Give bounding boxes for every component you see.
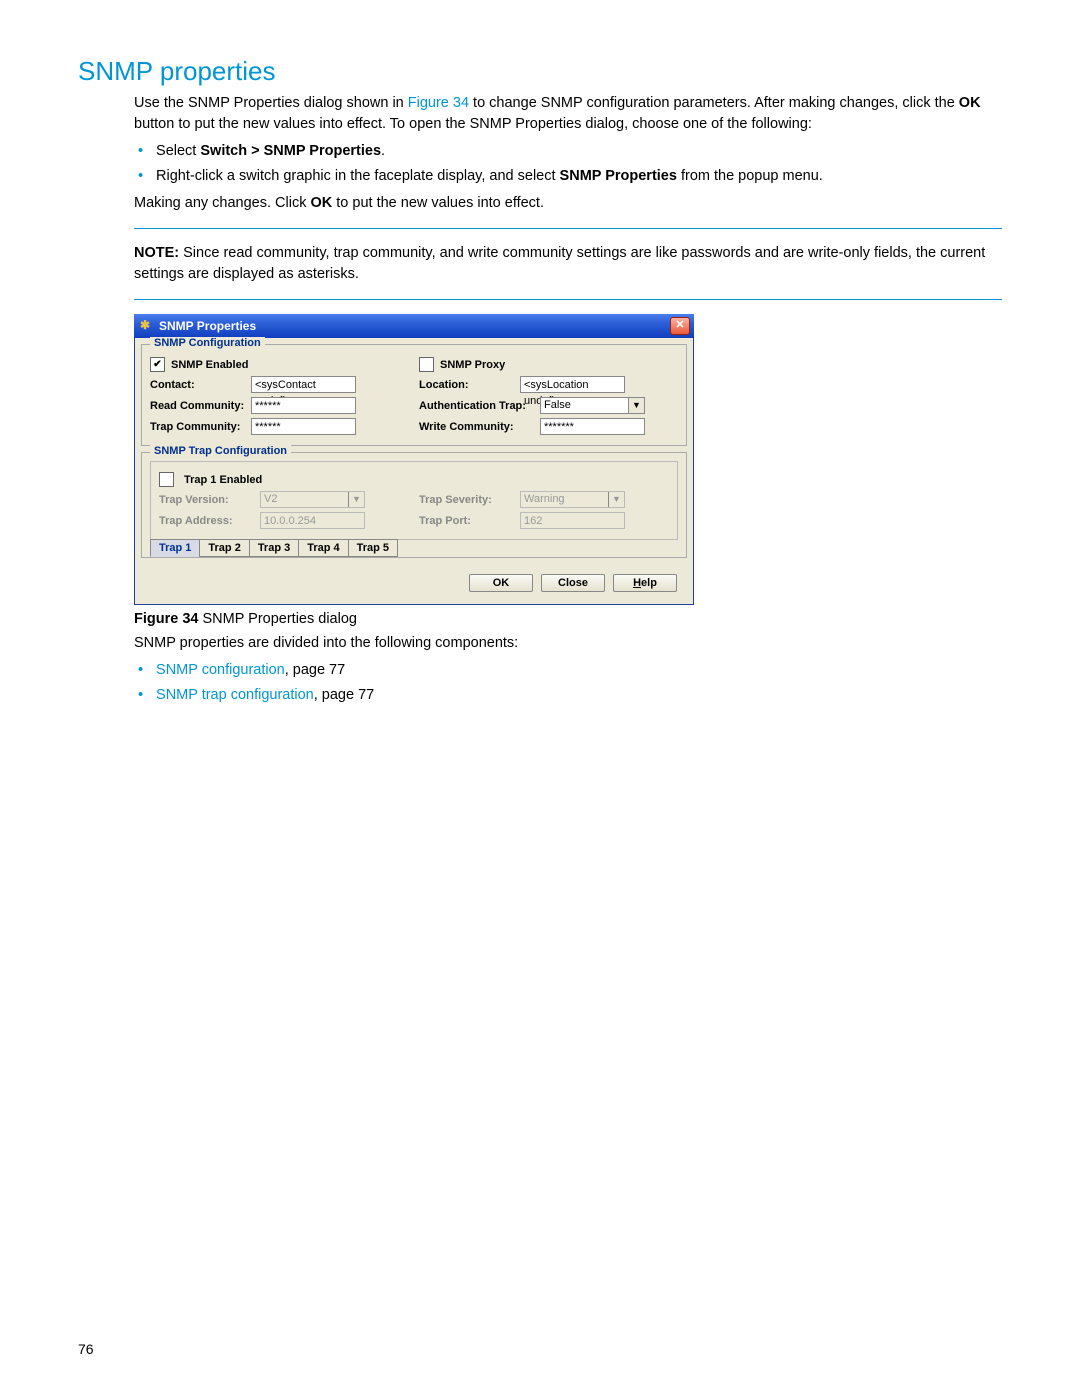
trap-port-label: Trap Port: — [419, 515, 514, 527]
write-community-input[interactable]: ******* — [540, 418, 645, 435]
tab-trap1[interactable]: Trap 1 — [150, 539, 200, 557]
dialog-title: SNMP Properties — [159, 319, 256, 333]
list-item: SNMP trap configuration, page 77 — [154, 685, 1002, 706]
note-label: NOTE: — [134, 245, 179, 261]
trap-version-label: Trap Version: — [159, 494, 254, 506]
list-item: SNMP configuration, page 77 — [154, 660, 1002, 681]
tab-trap4[interactable]: Trap 4 — [298, 539, 348, 557]
menu-path-bold: Switch > SNMP Properties — [200, 143, 381, 159]
intro-paragraph: Use the SNMP Properties dialog shown in … — [134, 93, 1002, 135]
snmp-configuration-group: SNMP Configuration ✔ SNMP Enabled SNMP P… — [141, 344, 687, 446]
text: to change SNMP configuration parameters.… — [469, 95, 959, 111]
trap-severity-value: Warning — [521, 492, 608, 507]
app-icon — [140, 319, 154, 333]
titlebar[interactable]: SNMP Properties ✕ — [134, 314, 694, 338]
snmp-proxy-checkbox[interactable] — [419, 357, 434, 372]
figure-caption: Figure 34 SNMP Properties dialog — [134, 611, 1002, 627]
ok-bold: OK — [311, 195, 333, 211]
paragraph: SNMP properties are divided into the fol… — [134, 633, 1002, 654]
note-text: Since read community, trap community, an… — [134, 245, 985, 282]
auth-trap-label: Authentication Trap: — [419, 400, 534, 412]
trap1-enabled-checkbox[interactable] — [159, 472, 174, 487]
text: Making any changes. Click — [134, 195, 311, 211]
trap-version-value: V2 — [261, 492, 348, 507]
text: Select — [156, 143, 200, 159]
trap1-enabled-label: Trap 1 Enabled — [184, 474, 262, 486]
text: , page 77 — [314, 687, 374, 703]
snmp-trap-configuration-link[interactable]: SNMP trap configuration — [156, 687, 314, 703]
trap-community-input[interactable]: ****** — [251, 418, 356, 435]
list-item: Select Switch > SNMP Properties. — [154, 141, 1002, 162]
snmp-proxy-label: SNMP Proxy — [440, 359, 505, 371]
page-number: 76 — [78, 1341, 94, 1357]
help-rest: elp — [641, 577, 657, 589]
figure-link[interactable]: Figure 34 — [408, 95, 469, 111]
trap-severity-select: Warning ▼ — [520, 491, 625, 508]
caption-text: SNMP Properties dialog — [198, 611, 357, 627]
note-paragraph: NOTE: Since read community, trap communi… — [134, 243, 1002, 285]
location-input[interactable]: <sysLocation undefi — [520, 376, 625, 393]
group-legend: SNMP Configuration — [150, 337, 265, 349]
snmp-trap-configuration-group: SNMP Trap Configuration Trap 1 Enabled T… — [141, 452, 687, 558]
contact-label: Contact: — [150, 379, 245, 391]
auth-trap-value: False — [541, 398, 628, 413]
snmp-enabled-label: SNMP Enabled — [171, 359, 248, 371]
text: , page 77 — [285, 662, 345, 678]
text: button to put the new values into effect… — [134, 116, 812, 132]
divider — [134, 228, 1002, 229]
help-button[interactable]: Help — [613, 574, 677, 592]
text: to put the new values into effect. — [332, 195, 544, 211]
tab-trap5[interactable]: Trap 5 — [348, 539, 398, 557]
dialog-body: SNMP Configuration ✔ SNMP Enabled SNMP P… — [134, 338, 694, 605]
group-legend: SNMP Trap Configuration — [150, 445, 291, 457]
page-heading: SNMP properties — [78, 56, 1002, 87]
contact-input[interactable]: <sysContact undefin — [251, 376, 356, 393]
trap-severity-label: Trap Severity: — [419, 494, 514, 506]
button-bar: OK Close Help — [141, 564, 687, 598]
trap-version-select: V2 ▼ — [260, 491, 365, 508]
snmp-enabled-checkbox[interactable]: ✔ — [150, 357, 165, 372]
trap-port-input: 162 — [520, 512, 625, 529]
help-mnemonic: H — [633, 577, 641, 589]
tab-trap2[interactable]: Trap 2 — [199, 539, 249, 557]
ok-bold: OK — [959, 95, 981, 111]
chevron-down-icon: ▼ — [608, 492, 624, 507]
divider — [134, 299, 1002, 300]
read-community-input[interactable]: ****** — [251, 397, 356, 414]
chevron-down-icon: ▼ — [348, 492, 364, 507]
trap-tabs: Trap 1 Trap 2 Trap 3 Trap 4 Trap 5 — [150, 539, 678, 557]
text: Use the SNMP Properties dialog shown in — [134, 95, 408, 111]
close-icon[interactable]: ✕ — [670, 317, 690, 335]
close-button[interactable]: Close — [541, 574, 605, 592]
text: from the popup menu. — [677, 168, 823, 184]
list-item: Right-click a switch graphic in the face… — [154, 166, 1002, 187]
snmp-properties-dialog: SNMP Properties ✕ SNMP Configuration ✔ S… — [134, 314, 694, 605]
paragraph: Making any changes. Click OK to put the … — [134, 193, 1002, 214]
trap-community-label: Trap Community: — [150, 421, 245, 433]
trap-address-label: Trap Address: — [159, 515, 254, 527]
ok-button[interactable]: OK — [469, 574, 533, 592]
auth-trap-select[interactable]: False ▼ — [540, 397, 645, 414]
text: . — [381, 143, 385, 159]
tab-trap3[interactable]: Trap 3 — [249, 539, 299, 557]
location-label: Location: — [419, 379, 514, 391]
chevron-down-icon[interactable]: ▼ — [628, 398, 644, 413]
write-community-label: Write Community: — [419, 421, 534, 433]
snmp-configuration-link[interactable]: SNMP configuration — [156, 662, 285, 678]
text: Right-click a switch graphic in the face… — [156, 168, 560, 184]
trap-address-input: 10.0.0.254 — [260, 512, 365, 529]
read-community-label: Read Community: — [150, 400, 245, 412]
snmp-properties-bold: SNMP Properties — [560, 168, 677, 184]
caption-label: Figure 34 — [134, 611, 198, 627]
